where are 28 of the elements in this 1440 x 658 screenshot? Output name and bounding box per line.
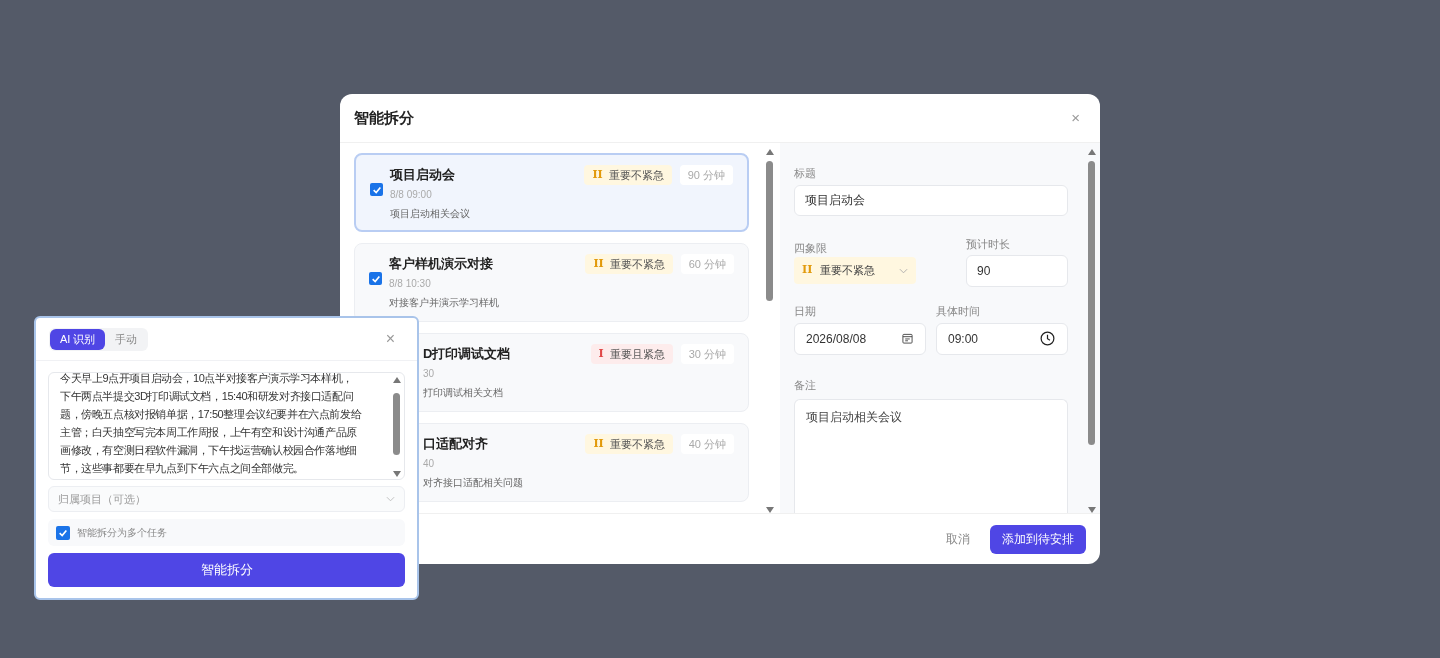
task-title: 项目启动会 [390,166,455,185]
task-time: 40 [423,457,436,471]
field-label: 标题 [794,166,817,181]
dialog-title: 智能拆分 [354,107,414,128]
task-note: 对齐接口适配相关问题 [423,476,524,490]
field-label: 预计时长 [966,236,1011,252]
task-time: 30 [423,367,436,381]
task-time: 8/8 10:30 [389,277,432,291]
task-note: 打印调试相关文档 [423,386,504,400]
quadrant-tag: II 重要不紧急 [585,254,673,274]
quadrant-tag: I 重要且紧急 [590,344,673,364]
duration-tag: 60 分钟 [680,254,734,274]
quadrant-tag: II 重要不紧急 [585,434,673,454]
task-title: 客户样机演示对接 [389,255,493,274]
field-label: 四象限 [794,240,828,256]
task-note: 对接客户并演示学习样机 [389,296,500,310]
task-title: 口适配对齐 [423,435,488,454]
duration-tag: 40 分钟 [680,434,734,454]
checkbox-label: 智能拆分为多个任务 [77,526,167,540]
quadrant-tag: II 重要不紧急 [584,165,672,185]
field-label: 日期 [794,304,817,319]
duration-tag: 90 分钟 [679,165,733,185]
task-time: 8/8 09:00 [390,188,433,202]
task-title: D打印调试文档 [423,345,511,364]
task-note: 项目启动相关会议 [390,207,471,221]
duration-tag: 30 分钟 [680,344,734,364]
field-label: 备注 [794,378,816,391]
field-label: 具体时间 [936,304,981,319]
